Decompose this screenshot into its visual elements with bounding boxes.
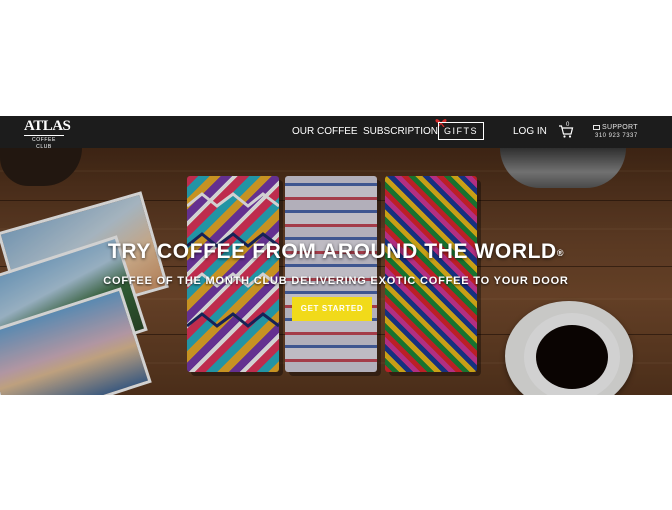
hero-headline-text: TRY COFFEE FROM AROUND THE WORLD [107,240,557,263]
hero-banner: TRY COFFEE FROM AROUND THE WORLD® COFFEE… [0,148,672,395]
nav-log-in[interactable]: LOG IN [513,126,547,138]
logo-tagline: COFFEE CLUB [24,135,64,151]
support-link[interactable]: SUPPORT 310 923 7337 [593,124,638,140]
hero-subheadline: COFFEE OF THE MONTH CLUB DELIVERING EXOT… [103,275,569,287]
logo-wordmark: ATLAS [24,118,71,134]
get-started-label: GET STARTED [300,304,364,313]
mail-icon [593,124,600,130]
atlas-logo[interactable]: ATLAS COFFEE CLUB [24,118,71,151]
get-started-button[interactable]: GET STARTED [292,297,372,321]
registered-mark: ® [556,248,565,258]
cart-count-badge: 0 [566,122,570,128]
support-label: SUPPORT [602,124,638,131]
nav-subscription[interactable]: SUBSCRIPTION [363,126,438,138]
hero-headline: TRY COFFEE FROM AROUND THE WORLD® [0,240,672,264]
support-phone: 310 923 7337 [595,133,638,139]
website-viewport: ATLAS COFFEE CLUB OUR COFFEE SUBSCRIPTIO… [0,116,672,395]
support-label-row: SUPPORT [593,124,638,132]
top-navigation-bar: ATLAS COFFEE CLUB OUR COFFEE SUBSCRIPTIO… [0,116,672,151]
nav-gifts[interactable]: GIFTS [438,122,484,140]
nav-our-coffee[interactable]: OUR COFFEE [292,126,358,138]
nav-gifts-label: GIFTS [444,126,478,136]
hero-overlay [0,148,672,395]
